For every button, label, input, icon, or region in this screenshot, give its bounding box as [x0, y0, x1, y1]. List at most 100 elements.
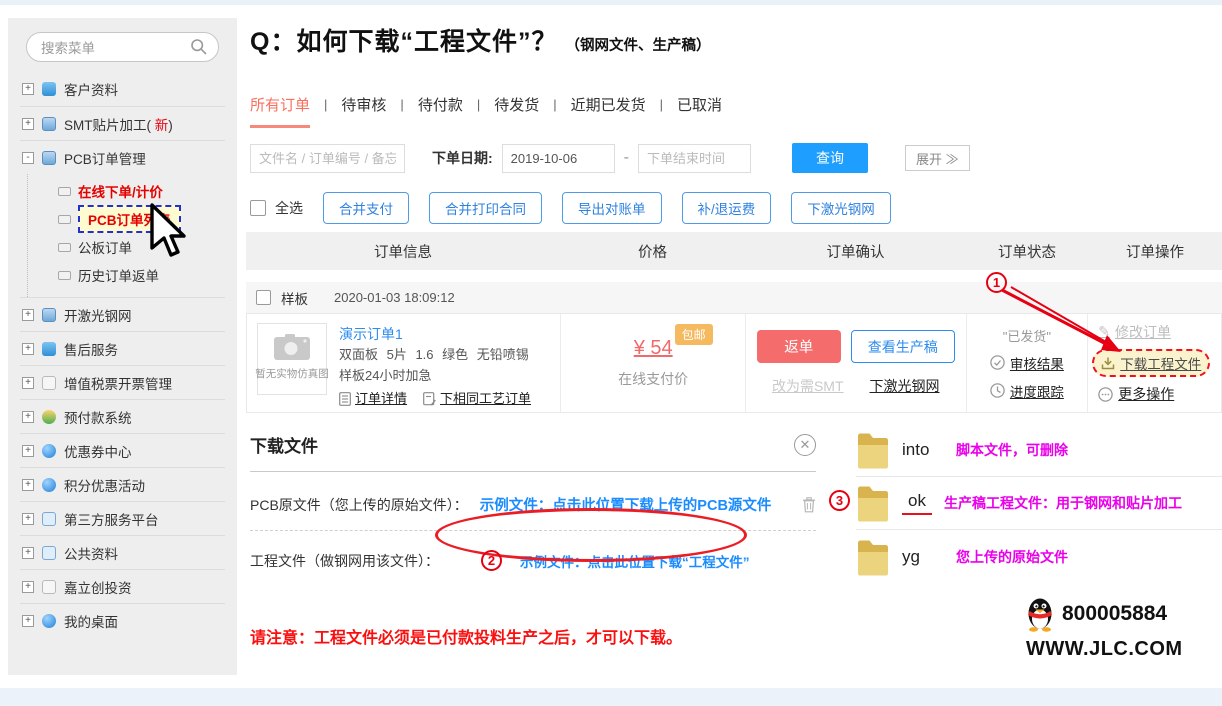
date-to-input[interactable]	[638, 143, 751, 173]
folder-row-ok[interactable]: ok 生产稿工程文件：用于钢网和贴片加工	[856, 477, 1222, 530]
expand-plus-icon[interactable]: +	[22, 512, 34, 525]
select-all-checkbox[interactable]	[250, 200, 266, 216]
sidebar-item-label: 我的桌面	[64, 614, 118, 630]
date-from-input[interactable]	[501, 143, 615, 173]
tab-pending-payment[interactable]: 待付款	[418, 94, 463, 115]
leaf-icon	[58, 186, 71, 196]
col-header-status: 订单状态	[998, 244, 1056, 261]
sidebar-item-vat-invoice[interactable]: + 增值税票开票管理	[20, 365, 225, 399]
sidebar-item-jlc-invest[interactable]: + 嘉立创投资	[20, 569, 225, 603]
order-name-link[interactable]: 演示订单1	[339, 323, 531, 345]
order-specs: 双面板 5片 1.6 绿色 无铅喷锡	[339, 347, 529, 363]
menu-search-input[interactable]: 搜索菜单	[26, 32, 219, 62]
tab-cancelled[interactable]: 已取消	[677, 94, 722, 115]
tab-all-orders[interactable]: 所有订单	[250, 94, 311, 128]
engineering-file-label: 工程文件（做钢网用该文件）：	[250, 552, 439, 569]
folder-row-yg[interactable]: yg 您上传的原始文件	[856, 530, 1222, 583]
expand-plus-icon[interactable]: +	[22, 117, 34, 130]
submenu-label: 公板订单	[78, 241, 132, 256]
submenu-item-pcb-order-list[interactable]: PCB订单列表	[58, 205, 225, 233]
merge-print-contract-button[interactable]: 合并打印合同	[429, 192, 542, 224]
close-icon[interactable]: ✕	[794, 433, 816, 456]
folder-name: ok	[902, 491, 932, 515]
trash-icon[interactable]	[802, 496, 816, 513]
sidebar-item-label: 开激光钢网	[64, 308, 132, 324]
submenu-item-history-reorder[interactable]: 历史订单返单	[58, 261, 225, 289]
keyword-input[interactable]	[250, 143, 405, 173]
submenu-label: 在线下单/计价	[78, 185, 163, 200]
sidebar-item-public-data[interactable]: + 公共资料	[20, 535, 225, 569]
order-type-label: 样板	[281, 291, 308, 307]
download-panel-title: 下载文件	[250, 437, 318, 456]
order-info-cell: 暂无实物仿真图 演示订单1 双面板 5片 1.6 绿色 无铅喷锡 样板24小时加…	[247, 314, 560, 412]
merge-pay-button[interactable]: 合并支付	[323, 192, 409, 224]
order-detail-link[interactable]: 订单详情	[339, 389, 407, 410]
folder-name: yg	[902, 546, 920, 566]
sidebar-item-points-promo[interactable]: + 积分优惠活动	[20, 467, 225, 501]
tab-pending-shipment[interactable]: 待发货	[494, 94, 539, 115]
sidebar-item-prepay[interactable]: + 预付款系统	[20, 399, 225, 433]
reorder-button[interactable]: 返单	[756, 330, 841, 363]
expand-plus-icon[interactable]: +	[22, 410, 34, 423]
sidebar-item-my-desktop[interactable]: + 我的桌面	[20, 603, 225, 637]
sidebar-item-third-party[interactable]: + 第三方服务平台	[20, 501, 225, 535]
order-thumbnail: 暂无实物仿真图	[255, 323, 329, 395]
expand-plus-icon[interactable]: +	[22, 614, 34, 627]
order-checkbox[interactable]	[256, 290, 271, 305]
more-actions-link[interactable]: 更多操作	[1098, 384, 1221, 404]
query-button[interactable]: 查询	[792, 143, 868, 173]
laser-stencil-button[interactable]: 下激光钢网	[791, 192, 891, 224]
freight-adjust-button[interactable]: 补/退运费	[681, 192, 772, 224]
sidebar-item-customer[interactable]: + 客户资料	[20, 72, 225, 106]
sidebar-item-after-sales[interactable]: + 售后服务	[20, 331, 225, 365]
copy-order-icon	[423, 392, 436, 406]
collapse-minus-icon[interactable]: -	[22, 151, 34, 164]
expand-plus-icon[interactable]: +	[22, 83, 34, 95]
more-dots-icon	[1098, 386, 1114, 402]
pcb-order-icon	[42, 150, 56, 165]
page-root: 搜索菜单 + 客户资料 + SMT贴片加工( 新) - PCB订单管理 在线下单…	[0, 0, 1222, 706]
submenu-item-public-board[interactable]: 公板订单	[58, 233, 225, 261]
expand-button[interactable]: 展开 ≫	[905, 145, 970, 171]
annotation-step-2: 2	[481, 550, 502, 571]
expand-plus-icon[interactable]: +	[22, 580, 34, 593]
change-to-smt-link[interactable]: 改为需SMT	[772, 376, 844, 396]
sidebar-item-label: 预付款系统	[64, 410, 132, 426]
expand-plus-icon[interactable]: +	[22, 376, 34, 389]
col-header-order-info: 订单信息	[374, 244, 432, 261]
col-header-confirm: 订单确认	[826, 244, 885, 261]
export-statement-button[interactable]: 导出对账单	[562, 192, 662, 224]
price-link[interactable]: ¥ 54	[634, 337, 673, 359]
folder-row-into[interactable]: into 脚本文件，可删除	[856, 424, 1222, 477]
sidebar-item-coupon-center[interactable]: + 优惠券中心	[20, 433, 225, 467]
website-url: WWW.JLC.COM	[1026, 638, 1183, 660]
expand-plus-icon[interactable]: +	[22, 342, 34, 355]
expand-plus-icon[interactable]: +	[22, 546, 34, 559]
question-title: Q：如何下载“工程文件”？	[250, 28, 558, 56]
notice-text: 请注意：工程文件必须是已付款投料生产之后，才可以下载。	[250, 630, 683, 647]
sidebar-item-pcb-order[interactable]: - PCB订单管理	[20, 140, 225, 174]
qq-number: 800005884	[1062, 602, 1168, 625]
no-image-label: 暂无实物仿真图	[255, 368, 329, 380]
online-pay-note: 在线支付价	[618, 371, 689, 387]
expand-plus-icon[interactable]: +	[22, 308, 34, 321]
sidebar-item-laser-stencil[interactable]: + 开激光钢网	[20, 297, 225, 331]
submenu-item-online-order[interactable]: 在线下单/计价	[58, 177, 225, 205]
order-laser-stencil-link[interactable]: 下激光钢网	[870, 376, 940, 396]
tab-pending-audit[interactable]: 待审核	[341, 94, 386, 115]
sidebar-item-label: SMT贴片加工( 新)	[64, 117, 173, 133]
same-process-order-link[interactable]: 下相同工艺订单	[423, 389, 531, 410]
folder-description: 生产稿工程文件：用于钢网和贴片加工	[944, 495, 1182, 511]
tab-recently-shipped[interactable]: 近期已发货	[571, 94, 646, 115]
expand-plus-icon[interactable]: +	[22, 478, 34, 491]
sidebar-item-label: 售后服务	[64, 342, 118, 358]
order-date-label: 下单日期:	[432, 150, 493, 166]
orders-table-header: 订单信息 价格 订单确认 订单状态 订单操作	[246, 232, 1222, 270]
search-icon[interactable]	[190, 38, 208, 56]
expand-plus-icon[interactable]: +	[22, 444, 34, 457]
order-rush-note: 样板24小时加急	[339, 368, 432, 384]
sidebar-item-label: 第三方服务平台	[64, 512, 159, 528]
progress-tracking-link[interactable]: 进度跟踪	[990, 381, 1064, 401]
sidebar-item-smt[interactable]: + SMT贴片加工( 新)	[20, 106, 225, 140]
view-production-draft-button[interactable]: 查看生产稿	[850, 330, 955, 363]
